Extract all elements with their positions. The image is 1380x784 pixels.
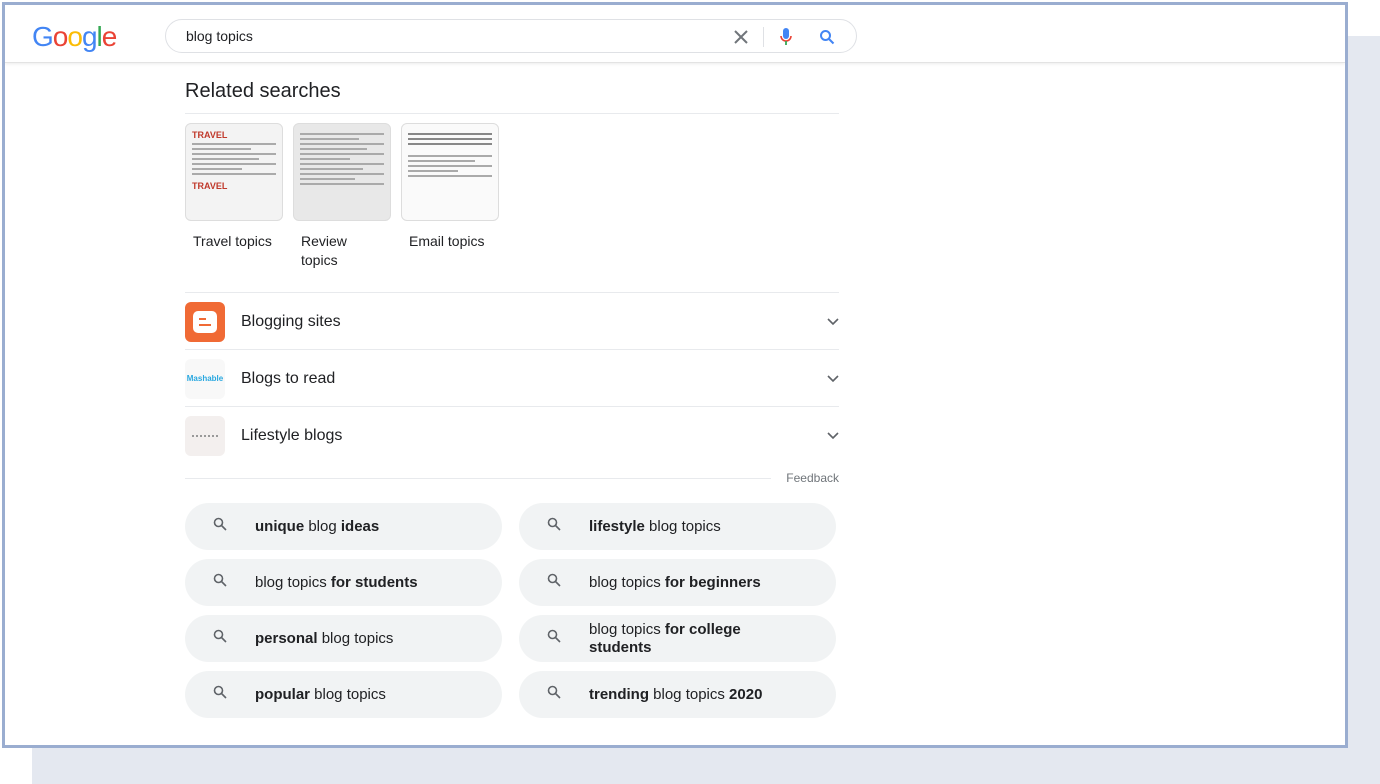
card-thumbnail	[293, 123, 391, 221]
related-query-pill[interactable]: lifestyle blog topics	[519, 503, 836, 550]
query-text: personal blog topics	[255, 629, 394, 647]
card-thumbnail	[401, 123, 499, 221]
google-logo[interactable]: Google	[32, 21, 117, 53]
search-icon	[547, 517, 561, 536]
related-query-pill[interactable]: personal blog topics	[185, 615, 502, 662]
related-card-review[interactable]: Review topics	[293, 123, 391, 270]
mashable-logo-icon: Mashable	[185, 358, 225, 399]
query-text: lifestyle blog topics	[589, 517, 721, 535]
related-query-pill[interactable]: trending blog topics 2020	[519, 671, 836, 718]
background	[1346, 36, 1380, 784]
chevron-down-icon[interactable]	[827, 427, 839, 445]
accordion-blogging-sites[interactable]: Blogging sites	[185, 293, 839, 350]
related-card-travel[interactable]: TRAVEL TRAVEL Travel topics	[185, 123, 283, 270]
browser-window: Google Related searches TRAVELTRAVEL Tra…	[2, 2, 1348, 748]
search-icon	[547, 685, 561, 704]
search-icon[interactable]	[815, 25, 839, 49]
background	[32, 746, 1380, 784]
search-box	[165, 19, 857, 53]
search-icon	[213, 629, 227, 648]
chevron-down-icon[interactable]	[827, 370, 839, 388]
related-query-pill[interactable]: blog topics for college students	[519, 615, 836, 662]
query-text: unique blog ideas	[255, 517, 380, 535]
blogger-logo-icon	[185, 301, 225, 342]
query-text: blog topics for college students	[589, 620, 741, 656]
divider	[185, 478, 771, 479]
search-icon	[547, 573, 561, 592]
query-text: popular blog topics	[255, 685, 386, 703]
accordion-blogs-to-read[interactable]: Mashable Blogs to read	[185, 350, 839, 407]
accordion-lifestyle-blogs[interactable]: Lifestyle blogs	[185, 407, 839, 464]
search-icon	[547, 629, 561, 648]
related-query-pill[interactable]: blog topics for students	[185, 559, 502, 606]
search-input[interactable]	[186, 28, 706, 44]
related-query-pill[interactable]: popular blog topics	[185, 671, 502, 718]
clear-icon[interactable]	[729, 25, 753, 49]
search-icon	[213, 517, 227, 536]
microphone-icon[interactable]	[774, 25, 798, 49]
related-card-email[interactable]: Email topics	[401, 123, 499, 270]
chevron-down-icon[interactable]	[827, 313, 839, 331]
query-text: blog topics for beginners	[589, 573, 761, 591]
divider	[185, 113, 839, 114]
query-text: blog topics for students	[255, 573, 418, 591]
related-query-pill[interactable]: unique blog ideas	[185, 503, 502, 550]
card-thumbnail: TRAVEL TRAVEL	[185, 123, 283, 221]
search-icon	[213, 685, 227, 704]
query-text: trending blog topics 2020	[589, 685, 763, 703]
divider	[763, 27, 764, 47]
feedback-link[interactable]: Feedback	[786, 471, 839, 485]
header: Google	[5, 5, 1345, 63]
search-icon	[213, 573, 227, 592]
lifestyle-logo-icon	[185, 415, 225, 456]
section-title: Related searches	[185, 80, 341, 102]
related-query-pill[interactable]: blog topics for beginners	[519, 559, 836, 606]
